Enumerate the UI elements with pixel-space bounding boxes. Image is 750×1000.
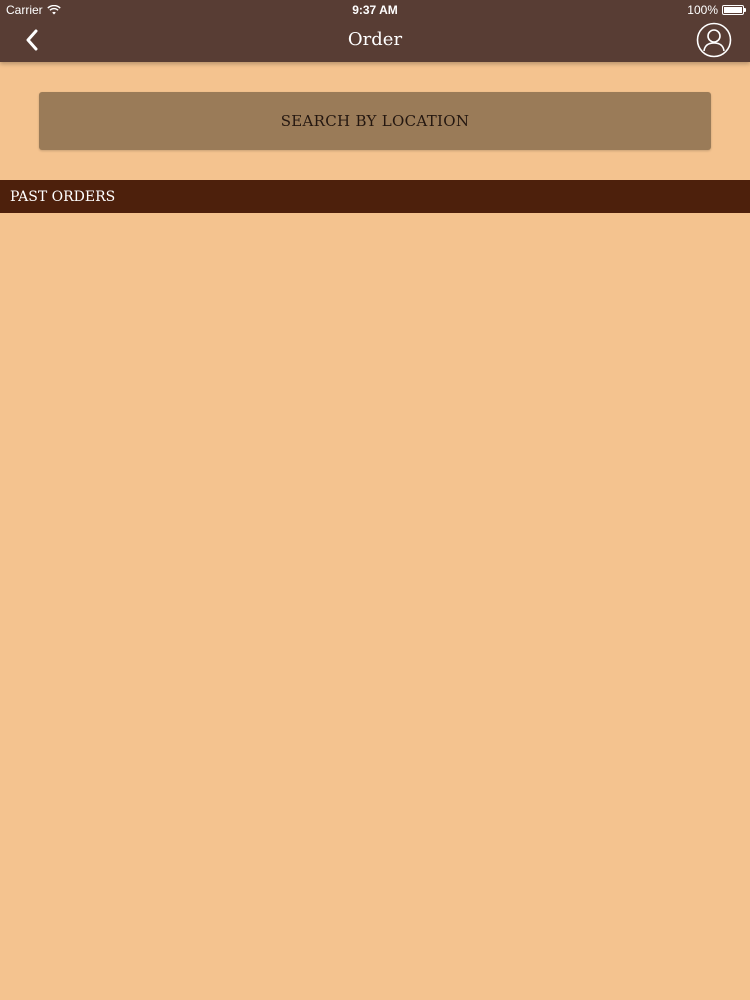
past-orders-title: PAST ORDERS <box>10 188 116 205</box>
page-title: Order <box>347 29 403 50</box>
search-by-location-label: SEARCH BY LOCATION <box>280 112 470 130</box>
profile-button[interactable] <box>696 22 732 58</box>
battery-icon <box>722 5 746 15</box>
navigation-bar: Order <box>0 20 750 62</box>
status-bar: Carrier 9:37 AM 100% <box>0 0 750 20</box>
search-by-location-button[interactable]: SEARCH BY LOCATION <box>39 92 711 150</box>
user-icon <box>696 22 732 58</box>
battery-group: 100% <box>687 3 746 17</box>
status-time: 9:37 AM <box>352 3 398 17</box>
battery-percent: 100% <box>687 3 718 17</box>
past-orders-list <box>0 213 750 1000</box>
past-orders-header: PAST ORDERS <box>0 180 750 213</box>
top-bar: Carrier 9:37 AM 100% Order <box>0 0 750 62</box>
